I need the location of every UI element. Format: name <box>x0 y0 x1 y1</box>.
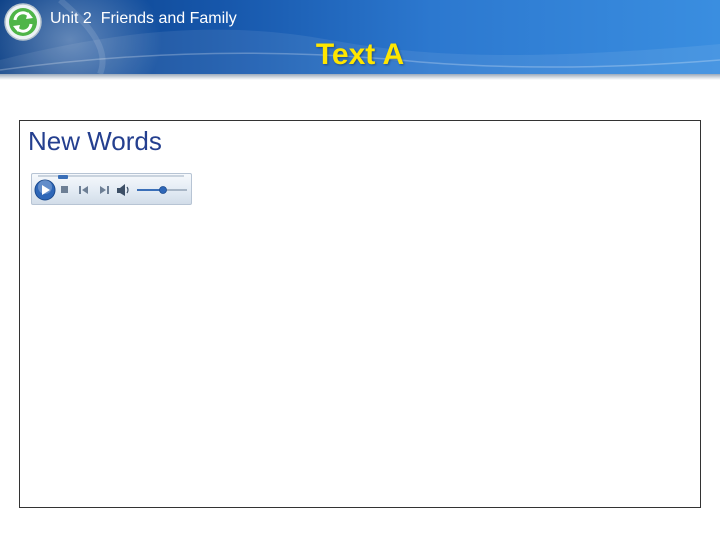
header-banner: Unit 2 Friends and Family Text A <box>0 0 720 74</box>
refresh-logo-icon <box>4 3 42 41</box>
next-icon[interactable] <box>98 181 110 199</box>
volume-slider[interactable] <box>136 181 188 199</box>
play-icon[interactable] <box>34 179 56 201</box>
previous-icon[interactable] <box>78 181 90 199</box>
section-heading: New Words <box>28 126 162 156</box>
stop-icon[interactable] <box>60 181 70 199</box>
banner-divider <box>0 74 720 80</box>
content-panel: New Words <box>19 120 701 508</box>
seek-bar[interactable] <box>38 175 184 179</box>
volume-icon[interactable] <box>116 181 132 199</box>
page-title: Text A <box>315 38 405 71</box>
unit-title: Unit 2 Friends and Family <box>50 10 237 27</box>
seek-thumb[interactable] <box>58 175 68 179</box>
audio-player[interactable] <box>31 173 192 205</box>
